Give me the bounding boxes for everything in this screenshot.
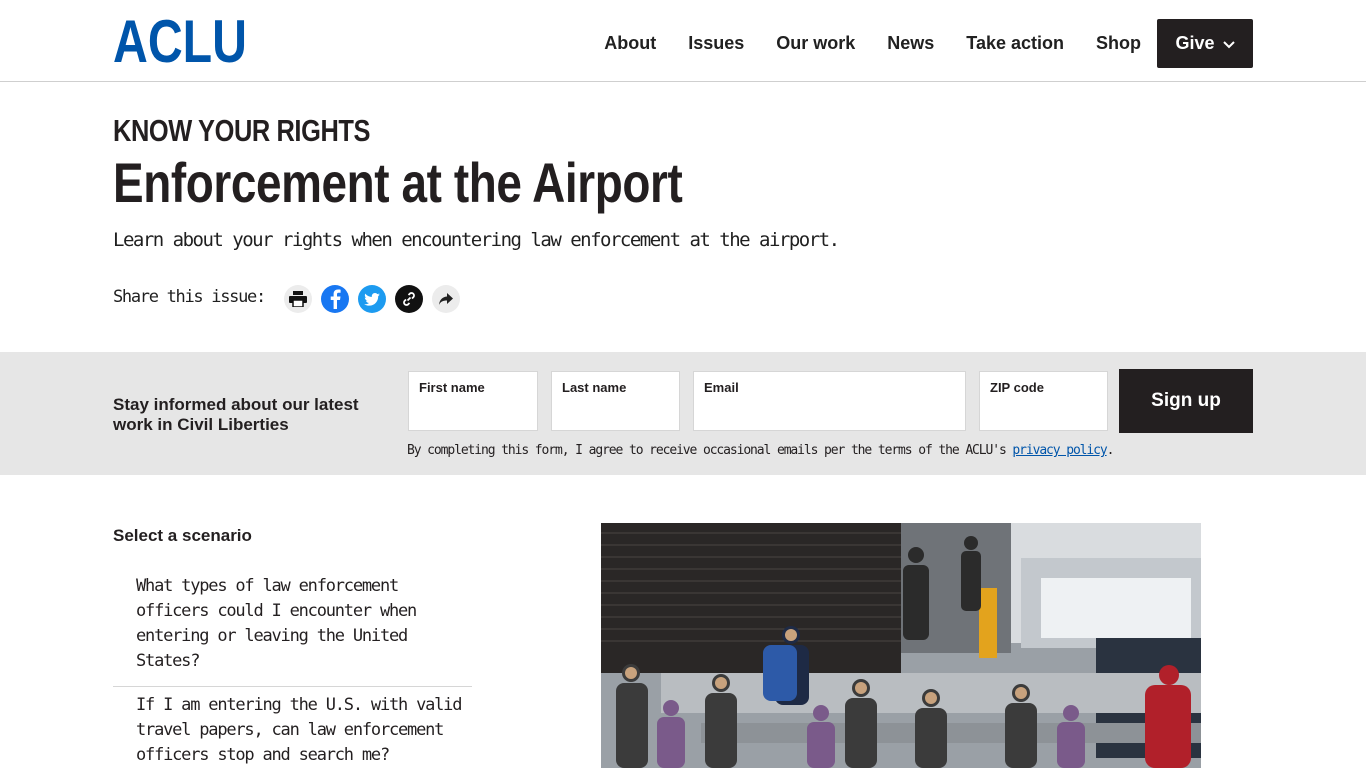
site-header: ACLU About Issues Our work News Take act… — [0, 0, 1366, 82]
nav-our-work[interactable]: Our work — [776, 33, 855, 54]
nav-issues[interactable]: Issues — [688, 33, 744, 54]
signup-heading: Stay informed about our latest work in C… — [113, 395, 359, 434]
first-name-input[interactable] — [419, 402, 527, 419]
page-lede: Learn about your rights when encounterin… — [113, 229, 840, 251]
first-name-label: First name — [419, 380, 485, 395]
first-name-field[interactable]: First name — [408, 371, 538, 431]
nav-take-action[interactable]: Take action — [966, 33, 1064, 54]
scenario-item[interactable]: What types of law enforcement officers c… — [113, 568, 472, 687]
consent-copy: By completing this form, I agree to rece… — [407, 443, 1013, 458]
email-label: Email — [704, 380, 739, 395]
airport-photo-illustration — [601, 523, 1201, 768]
nav-shop[interactable]: Shop — [1096, 33, 1141, 54]
main-nav: About Issues Our work News Take action S… — [572, 19, 1253, 68]
twitter-icon[interactable] — [358, 285, 386, 313]
zip-input[interactable] — [990, 402, 1097, 419]
aclu-logo-mark: ACLU — [113, 16, 247, 64]
chevron-down-icon — [1222, 33, 1235, 54]
give-label: Give — [1175, 33, 1215, 53]
email-input[interactable] — [704, 402, 955, 419]
share-label: Share this issue: — [113, 287, 266, 307]
svg-text:ACLU: ACLU — [113, 16, 247, 64]
email-field[interactable]: Email — [693, 371, 966, 431]
scenario-item[interactable]: If I am entering the U.S. with valid tra… — [113, 687, 472, 768]
scenario-list: What types of law enforcement officers c… — [113, 568, 472, 768]
nav-news[interactable]: News — [887, 33, 934, 54]
last-name-label: Last name — [562, 380, 627, 395]
last-name-field[interactable]: Last name — [551, 371, 680, 431]
scenario-heading: Select a scenario — [113, 526, 252, 545]
last-name-input[interactable] — [562, 402, 669, 419]
nav-about[interactable]: About — [604, 33, 656, 54]
page-eyebrow: KNOW YOUR RIGHTS — [113, 113, 371, 148]
privacy-policy-link[interactable]: privacy policy — [1012, 443, 1107, 458]
share-icon[interactable] — [432, 285, 460, 313]
print-icon[interactable] — [284, 285, 312, 313]
sign-up-button[interactable]: Sign up — [1119, 369, 1253, 433]
link-icon[interactable] — [395, 285, 423, 313]
consent-text: By completing this form, I agree to rece… — [407, 443, 1115, 458]
facebook-icon[interactable] — [321, 285, 349, 313]
page-title: Enforcement at the Airport — [113, 151, 683, 214]
consent-end: . — [1106, 443, 1115, 458]
share-icons — [284, 285, 469, 313]
give-button[interactable]: Give — [1157, 19, 1253, 68]
zip-field[interactable]: ZIP code — [979, 371, 1108, 431]
zip-label: ZIP code — [990, 380, 1044, 395]
aclu-logo[interactable]: ACLU — [113, 15, 247, 65]
airport-security-photo — [601, 523, 1201, 768]
